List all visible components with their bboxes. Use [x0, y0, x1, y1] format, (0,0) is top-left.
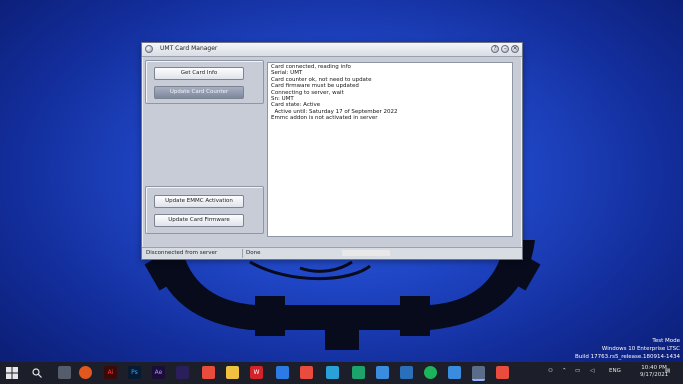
- notification-icon[interactable]: ▤: [665, 368, 670, 374]
- premiere-icon[interactable]: [176, 366, 189, 379]
- photoshop-icon[interactable]: Ps: [128, 366, 141, 379]
- app-green2-icon[interactable]: [424, 366, 437, 379]
- watermark-build: Build 17763.rs5_release.180914-1434: [575, 354, 680, 360]
- actions-panel: Get Card Info Update Card Counter Update…: [145, 60, 264, 234]
- window-title: UMT Card Manager: [160, 45, 218, 52]
- progress-bar: [342, 250, 390, 256]
- card-info-group: Get Card Info Update Card Counter: [145, 60, 264, 104]
- task-view-icon[interactable]: [58, 366, 71, 379]
- app-red2-icon[interactable]: [496, 366, 509, 379]
- app-red-icon[interactable]: [202, 366, 215, 379]
- app-blue-icon[interactable]: [276, 366, 289, 379]
- app-tool2-icon[interactable]: [400, 366, 413, 379]
- status-divider: [242, 249, 243, 258]
- acrobat-icon[interactable]: Ai: [104, 366, 117, 379]
- taskbar: Ai Ps Ae W ⚇ ⌃ ▭ ◁ ENG 10:40 PM 9/17/202…: [0, 362, 683, 384]
- app-orange-icon[interactable]: [300, 366, 313, 379]
- app-green-icon[interactable]: [352, 366, 365, 379]
- app-tool3-icon[interactable]: [448, 366, 461, 379]
- watermark-mode: Test Mode: [652, 338, 680, 344]
- close-button[interactable]: ✕: [511, 45, 519, 53]
- operation-status: Done: [246, 250, 261, 256]
- status-bar: Disconnected from server Done: [142, 247, 522, 259]
- card-update-group: Update EMMC Activation Update Card Firmw…: [145, 186, 264, 234]
- windows-start-icon[interactable]: [6, 367, 18, 379]
- log-line: Emmc addon is not activated in server: [271, 115, 378, 122]
- after-effects-icon[interactable]: Ae: [152, 366, 165, 379]
- clock-time: 10:40 PM: [641, 365, 667, 371]
- people-icon[interactable]: ⚇: [548, 368, 553, 374]
- search-icon[interactable]: [32, 368, 42, 378]
- umt-card-manager-taskbar-icon[interactable]: [472, 366, 485, 381]
- umt-card-manager-window: UMT Card Manager ? – ✕ Get Card Info Upd…: [141, 42, 523, 260]
- help-button[interactable]: ?: [491, 45, 499, 53]
- volume-icon[interactable]: ◁: [590, 368, 594, 374]
- update-emmc-activation-button[interactable]: Update EMMC Activation: [154, 195, 244, 208]
- chevron-up-icon[interactable]: ⌃: [562, 368, 567, 374]
- firefox-icon[interactable]: [79, 366, 92, 379]
- app-tool-icon[interactable]: [376, 366, 389, 379]
- wps-icon[interactable]: W: [250, 366, 263, 379]
- app-icon: [145, 45, 153, 53]
- minimize-button[interactable]: –: [501, 45, 509, 53]
- app-cyan-icon[interactable]: [326, 366, 339, 379]
- connection-status: Disconnected from server: [146, 250, 218, 256]
- clock[interactable]: 10:40 PM 9/17/2021: [640, 365, 668, 379]
- update-card-firmware-button[interactable]: Update Card Firmware: [154, 214, 244, 227]
- network-icon[interactable]: ▭: [575, 368, 580, 374]
- folder-icon[interactable]: [226, 366, 239, 379]
- update-card-counter-button[interactable]: Update Card Counter: [154, 86, 244, 99]
- clock-date: 9/17/2021: [640, 372, 669, 378]
- get-card-info-button[interactable]: Get Card Info: [154, 67, 244, 80]
- watermark-edition: Windows 10 Enterprise LTSC: [601, 346, 680, 352]
- log-output[interactable]: Card connected, reading info Serial: UMT…: [267, 62, 513, 237]
- language-indicator[interactable]: ENG: [609, 368, 621, 374]
- title-bar[interactable]: UMT Card Manager ? – ✕: [142, 43, 522, 57]
